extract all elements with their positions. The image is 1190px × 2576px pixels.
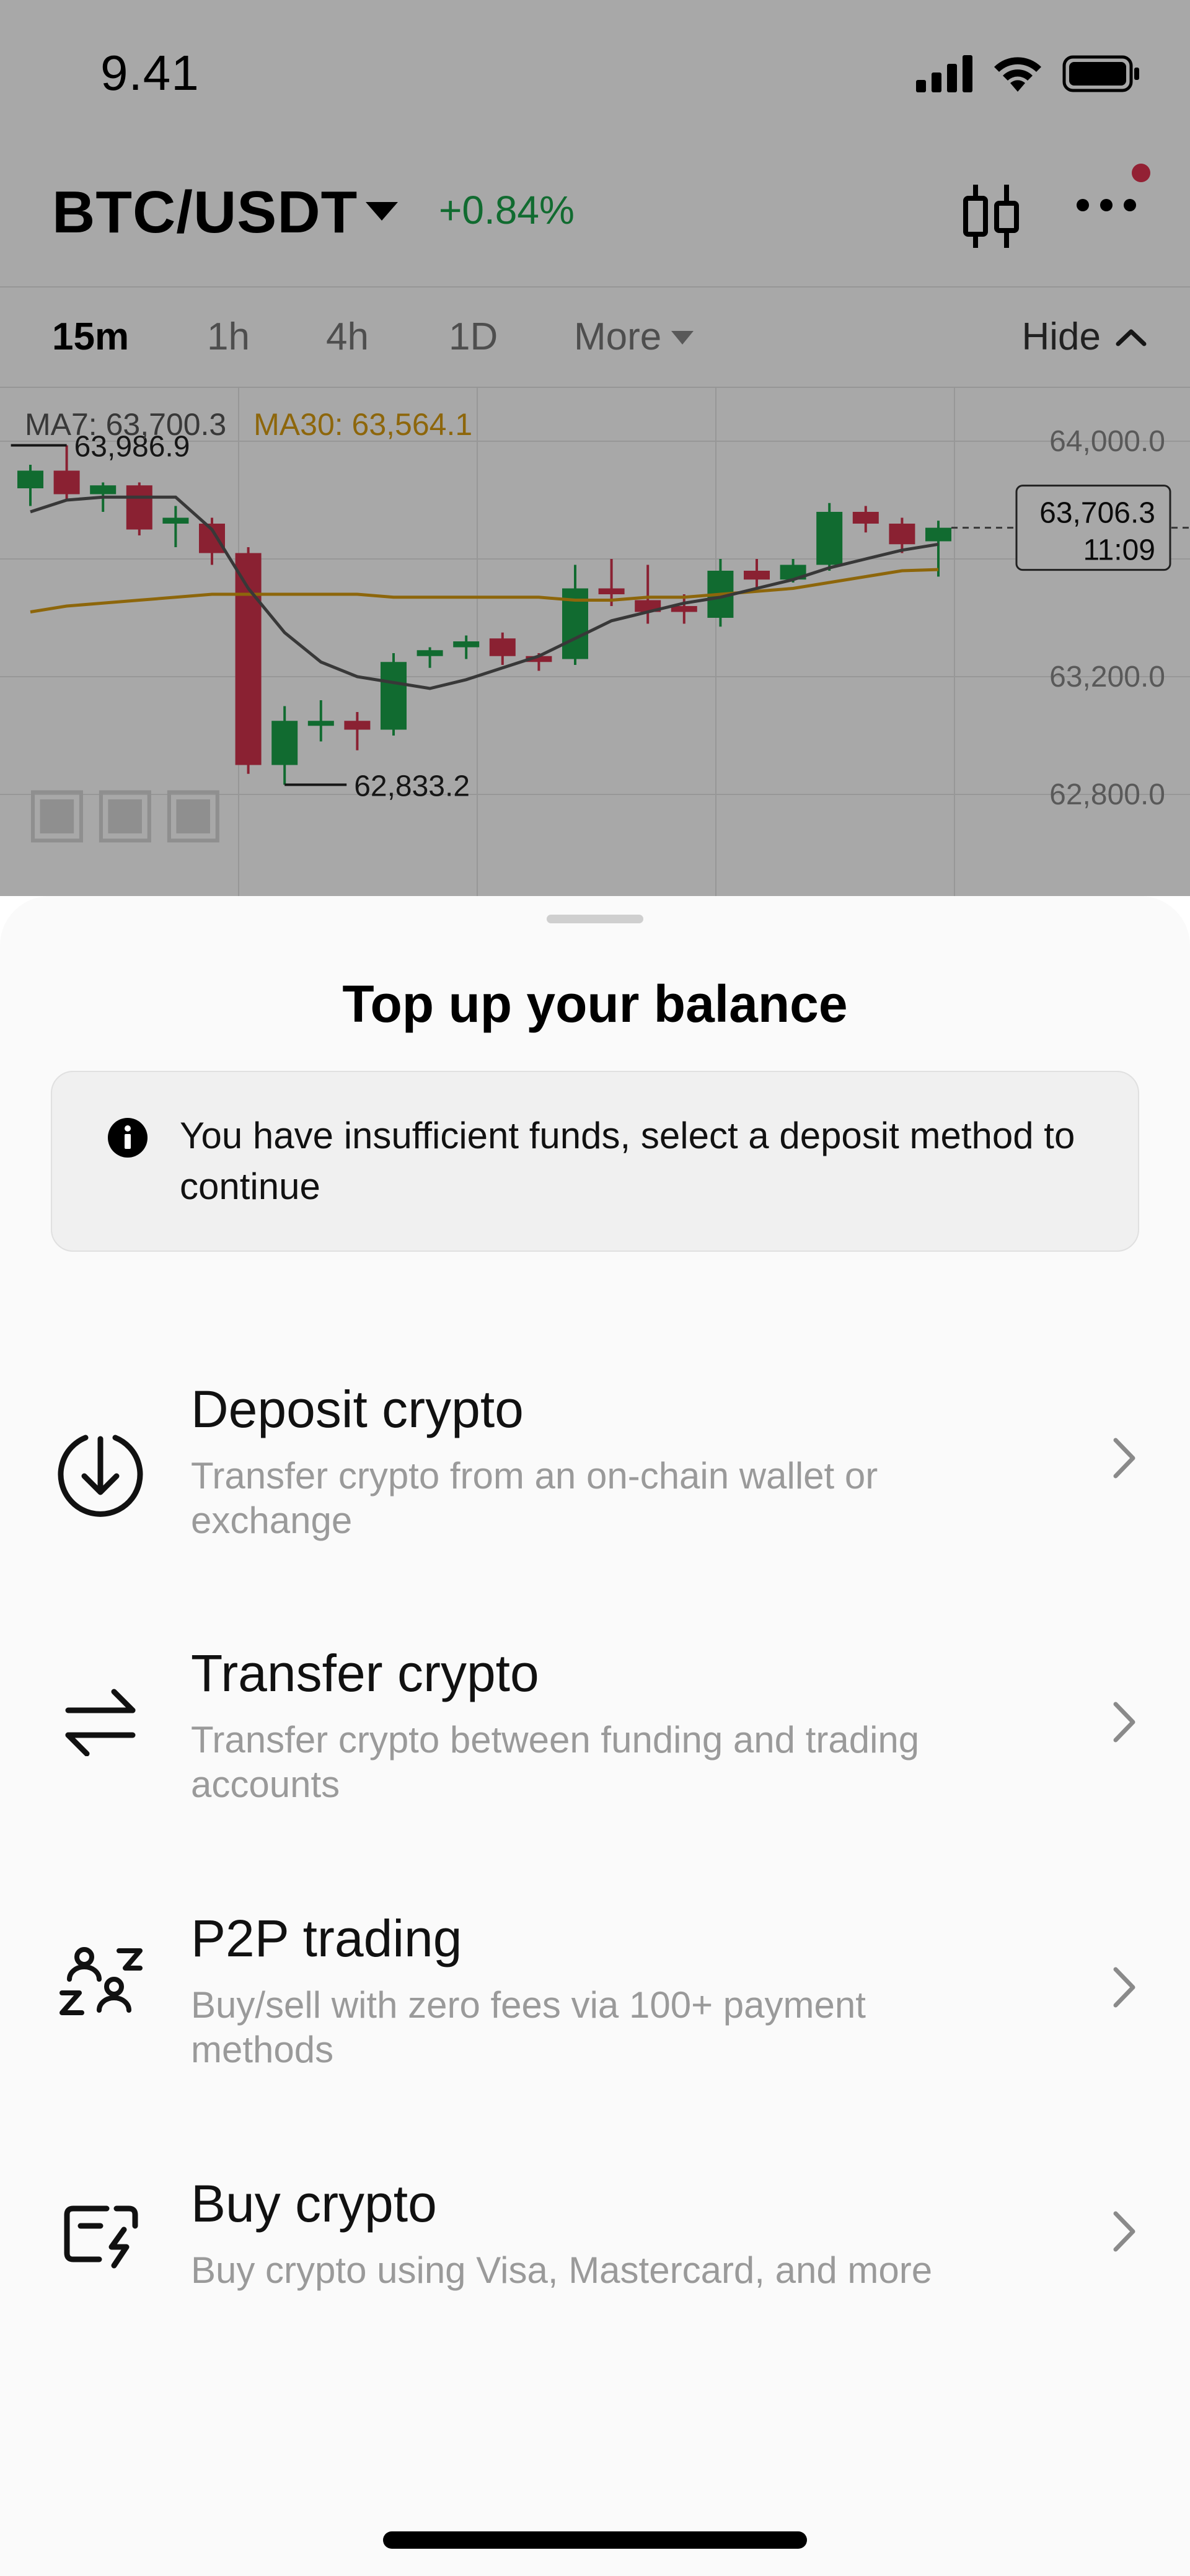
chevron-right-icon bbox=[1113, 1967, 1135, 2008]
p2p-trading-desc: Buy/sell with zero fees via 100+ payment… bbox=[191, 1984, 866, 2070]
transfer-crypto-desc: Transfer crypto between funding and trad… bbox=[191, 1719, 920, 1805]
chevron-right-icon bbox=[1113, 1702, 1135, 1743]
deposit-crypto-desc: Transfer crypto from an on-chain wallet … bbox=[191, 1455, 878, 1541]
transfer-crypto-title: Transfer crypto bbox=[191, 1644, 539, 1702]
insufficient-funds-notice: You have insufficient funds, select a de… bbox=[51, 1071, 1139, 1252]
deposit-crypto-title: Deposit crypto bbox=[191, 1380, 524, 1438]
transfer-crypto-option[interactable]: Transfer crypto Transfer crypto between … bbox=[0, 1643, 1190, 1829]
sheet-title: Top up your balance bbox=[342, 975, 848, 1033]
home-indicator[interactable] bbox=[383, 2531, 807, 2549]
top-up-sheet: Top up your balance You have insufficien… bbox=[0, 896, 1190, 2576]
transfer-arrows-icon bbox=[65, 1689, 136, 1756]
modal-backdrop[interactable] bbox=[0, 0, 1190, 896]
notice-text: You have insufficient funds, select a de… bbox=[180, 1115, 1075, 1207]
p2p-trading-title: P2P trading bbox=[191, 1909, 462, 1967]
chevron-right-icon bbox=[1113, 1438, 1135, 1479]
buy-crypto-option[interactable]: Buy crypto Buy crypto using Visa, Master… bbox=[0, 2174, 1190, 2310]
sheet-grabber[interactable] bbox=[547, 915, 643, 923]
info-icon bbox=[108, 1118, 148, 1158]
buy-crypto-desc: Buy crypto using Visa, Mastercard, and m… bbox=[191, 2249, 933, 2291]
buy-crypto-title: Buy crypto bbox=[191, 2174, 437, 2233]
card-lightning-icon bbox=[64, 2205, 138, 2269]
download-icon bbox=[58, 1435, 143, 1517]
chevron-right-icon bbox=[1113, 2211, 1135, 2252]
deposit-crypto-option[interactable]: Deposit crypto Transfer crypto from an o… bbox=[0, 1379, 1190, 1565]
p2p-users-icon bbox=[60, 1947, 143, 2015]
p2p-trading-option[interactable]: P2P trading Buy/sell with zero fees via … bbox=[0, 1909, 1190, 2095]
